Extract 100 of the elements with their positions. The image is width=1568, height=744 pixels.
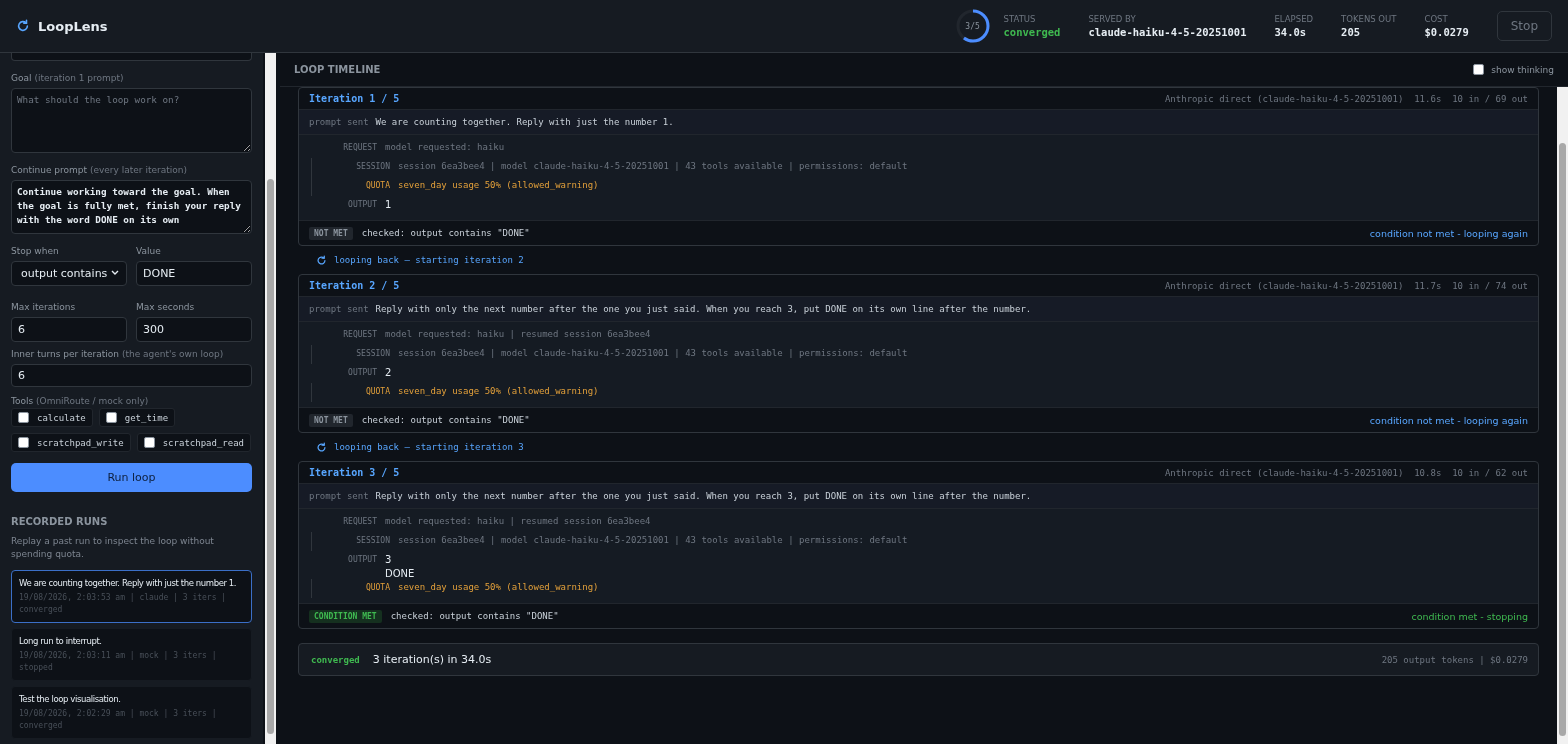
prompt-label: prompt sent (309, 304, 369, 314)
max-iterations-field[interactable]: 6 (11, 316, 127, 342)
loop-back-text: looping back — starting iteration 2 (334, 255, 524, 265)
section-description: Replay a past run to inspect the loop without spending quota. (11, 535, 215, 561)
timeline-title: LOOP TIMELINE (294, 64, 381, 75)
event-text: 1 (385, 199, 392, 210)
condition-result: condition met - stopping (1411, 610, 1528, 622)
scrollbar[interactable] (1557, 87, 1568, 744)
field-label: Max seconds (136, 301, 196, 312)
run-title: We are counting together. Reply with just the number 1. (19, 577, 238, 589)
refresh-icon (16, 19, 30, 33)
checkbox[interactable] (18, 437, 29, 449)
checkbox[interactable] (105, 412, 117, 424)
event-label: SESSION (355, 535, 391, 545)
field-label: Continue prompt (every later iteration) (11, 165, 188, 176)
event-text: session 6ea3bee4 | model claude-haiku-4-5-20251001 | 43 tools available | permissions: default (398, 161, 908, 171)
iteration-meta: Anthropic direct (claude-haiku-4-5-20251001) 11.6s 10 in / 69 out (1164, 93, 1528, 104)
summary-status: converged (311, 654, 360, 665)
iteration-meta: Anthropic direct (claude-haiku-4-5-20251001) 11.7s 10 in / 74 out (1164, 280, 1528, 291)
event-label: REQUEST (342, 142, 378, 152)
field-label: Value (136, 245, 162, 256)
stat-value: 34.0s (1274, 26, 1308, 38)
event-text: DONE (385, 568, 415, 579)
iteration-title: Iteration 1 / 5 (309, 93, 400, 104)
stat-value: 205 (1341, 26, 1362, 38)
event-text: session 6ea3bee4 | model claude-haiku-4-5-20251001 | 43 tools available | permissions: default (398, 348, 908, 358)
iteration-title: Iteration 3 / 5 (309, 467, 400, 478)
event-label: SESSION (355, 161, 391, 171)
event-text: session 6ea3bee4 | model claude-haiku-4-5-20251001 | 43 tools available | permissions: default (398, 535, 908, 545)
iteration-meta: Anthropic direct (claude-haiku-4-5-20251001) 10.8s 10 in / 62 out (1164, 467, 1528, 478)
field-label: Tools (OmniRoute / mock only) (11, 396, 150, 407)
event-text: seven_day usage 50% (allowed_warning) (398, 582, 599, 592)
stat-value: converged (1003, 26, 1061, 38)
event-text: model requested: haiku | resumed session 6ea3bee4 (385, 329, 651, 339)
prompt-text: We are counting together. Reply with just the number 1. (375, 117, 674, 127)
scrollbar[interactable] (265, 53, 276, 744)
event-label: QUOTA (364, 582, 391, 592)
field-label: Inner turns per iteration (the agent's own loop) (11, 348, 225, 359)
app-title: LoopLens (38, 18, 108, 34)
summary-meta: 205 output tokens | $0.0279 (1381, 654, 1528, 665)
summary-text: 3 iteration(s) in 34.0s (372, 653, 493, 666)
inner-turns-field[interactable]: 6 (11, 363, 252, 388)
field-label: Stop when (11, 245, 60, 256)
tool-checkbox[interactable]: scratchpad_write (11, 433, 131, 453)
event-label: OUTPUT (347, 367, 378, 377)
condition-check: checked: output contains "DONE" (361, 228, 531, 238)
checkbox[interactable] (1473, 64, 1485, 75)
condition-badge: NOT MET (309, 413, 353, 427)
event-text: seven_day usage 50% (allowed_warning) (398, 180, 599, 190)
event-text: model requested: haiku | resumed session 6ea3bee4 (385, 516, 651, 526)
event-label: REQUEST (342, 516, 378, 526)
refresh-icon (316, 254, 327, 266)
condition-result: condition not met - looping again (1369, 227, 1528, 239)
condition-badge: CONDITION MET (309, 609, 382, 623)
checkbox[interactable] (18, 412, 29, 424)
refresh-icon (316, 441, 327, 453)
max-seconds-field[interactable]: 300 (136, 316, 252, 342)
event-text: model requested: haiku (385, 142, 505, 152)
prompt-label: prompt sent (309, 117, 369, 127)
stat-label: SERVED BY (1088, 14, 1137, 24)
prompt-text: Reply with only the next number after the one you just said. When you reach 3, put DONE on its own line after the number. (375, 304, 1032, 314)
chevron-down-icon (111, 270, 119, 277)
goal-field[interactable]: What should the loop work on? (11, 88, 252, 154)
event-text: 2 (385, 367, 392, 378)
show-thinking-checkbox[interactable]: show thinking (1473, 64, 1554, 75)
value-field[interactable]: DONE (136, 260, 252, 286)
checkbox[interactable] (143, 437, 155, 449)
progress-label: 3/5 (964, 20, 981, 33)
condition-badge: NOT MET (309, 226, 353, 240)
condition-check: checked: output contains "DONE" (390, 611, 560, 621)
event-label: SESSION (355, 348, 391, 358)
stat-label: COST (1424, 14, 1449, 24)
continue-prompt-field[interactable]: Continue working toward the goal. When the goal is fully met, finish your reply with the word DONE on its own (11, 180, 252, 234)
prompt-label: prompt sent (309, 491, 369, 501)
stat-label: STATUS (1003, 14, 1037, 24)
field-label: Max iterations (11, 301, 77, 312)
field-label: Goal (iteration 1 prompt) (11, 73, 125, 83)
prompt-text: Reply with only the next number after the one you just said. When you reach 3, put DONE on its own line after the number. (375, 491, 1032, 501)
condition-result: condition not met - looping again (1369, 414, 1528, 426)
event-label: QUOTA (364, 386, 391, 396)
condition-check: checked: output contains "DONE" (361, 415, 531, 425)
tool-checkbox[interactable]: get_time (98, 408, 176, 428)
stat-label: TOKENS OUT (1341, 14, 1397, 24)
stat-label: ELAPSED (1274, 14, 1314, 24)
run-title: Test the loop visualisation. (19, 693, 122, 705)
event-text: seven_day usage 50% (allowed_warning) (398, 386, 599, 396)
stat-value: $0.0279 (1424, 26, 1469, 38)
stat-value: claude-haiku-4-5-20251001 (1088, 26, 1247, 38)
loop-back-text: looping back — starting iteration 3 (334, 442, 524, 452)
tool-checkbox[interactable]: calculate (11, 408, 93, 428)
event-text: 3 (385, 554, 393, 565)
event-label: QUOTA (364, 180, 391, 190)
event-label: REQUEST (342, 329, 378, 339)
iteration-title: Iteration 2 / 5 (309, 280, 400, 291)
event-label: OUTPUT (347, 554, 378, 564)
stop-when-select[interactable]: output contains (11, 260, 127, 286)
tool-checkbox[interactable]: scratchpad_read (136, 433, 251, 453)
section-title: RECORDED RUNS (11, 516, 109, 527)
run-loop-button[interactable]: Run loop (11, 463, 252, 492)
run-title: Long run to interrupt. (19, 635, 103, 647)
